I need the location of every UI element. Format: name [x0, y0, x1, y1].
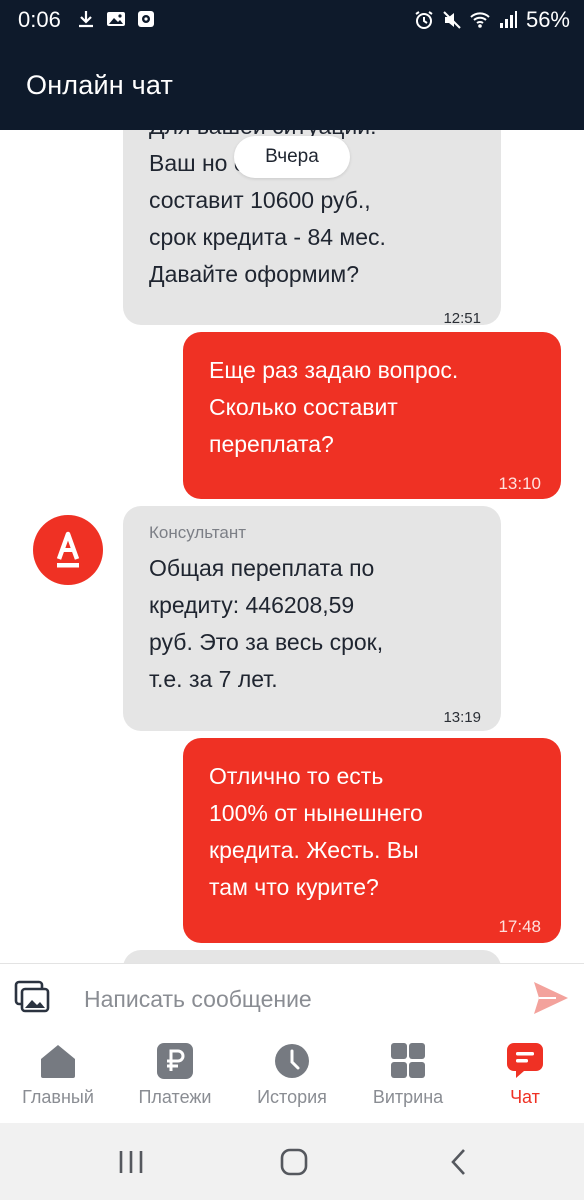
status-right: 56%: [414, 7, 570, 33]
message-input[interactable]: [84, 978, 504, 1020]
alfa-logo-icon: [56, 531, 80, 568]
download-icon: [79, 11, 93, 28]
date-separator: Вчера: [234, 136, 350, 178]
message-composer: [0, 963, 584, 1033]
page-title: Онлайн чат: [26, 70, 174, 100]
alarm-icon: [415, 11, 433, 29]
tab-home[interactable]: Главный: [3, 1043, 113, 1119]
bottom-tab-bar: Главный Платежи История Витрина Чат: [0, 1033, 584, 1123]
status-time: 0:06: [18, 7, 61, 32]
message-bubble-incoming: Консультант Общая переплата по кредиту: …: [123, 506, 501, 731]
status-bar: 0:06 56%: [0, 0, 584, 40]
message-time: 13:10: [498, 474, 541, 493]
chat-icon: [507, 1043, 543, 1078]
clock-icon: [275, 1044, 309, 1078]
message-time: 13:19: [443, 709, 481, 726]
message-text: Еще раз задаю вопрос. Сколько составит п…: [209, 357, 459, 457]
app-header: Онлайн чат: [0, 40, 584, 130]
chat-area[interactable]: Для вашей ситуации: Ваш но еж составит 1…: [0, 130, 584, 963]
send-icon[interactable]: [532, 980, 570, 1016]
message-text: Отлично то есть 100% от нынешнего кредит…: [209, 763, 423, 900]
message-bubble-outgoing: Отлично то есть 100% от нынешнего кредит…: [183, 738, 561, 943]
recents-icon[interactable]: [106, 1145, 156, 1179]
message-bubble-outgoing: Еще раз задаю вопрос. Сколько составит п…: [183, 332, 561, 499]
tab-chat[interactable]: Чат: [470, 1043, 580, 1119]
home-nav-icon[interactable]: [269, 1145, 319, 1179]
tab-label: История: [257, 1087, 327, 1107]
grid-icon: [391, 1043, 425, 1078]
message-text: Общая переплата по кредиту: 446208,59 ру…: [149, 555, 384, 692]
mute-icon: [443, 11, 461, 29]
wifi-icon: [470, 12, 490, 28]
tab-label: Чат: [510, 1087, 540, 1107]
message-sender: Консультант: [149, 523, 247, 542]
battery-percent: 56%: [525, 7, 570, 32]
message-time: 17:48: [498, 917, 541, 936]
image-icon: [107, 12, 125, 26]
ruble-icon: [157, 1043, 193, 1079]
tab-payments[interactable]: Платежи: [120, 1043, 230, 1119]
home-icon: [41, 1045, 75, 1078]
message-bubble-incoming-partial: [123, 950, 501, 963]
tab-label: Платежи: [138, 1087, 212, 1107]
back-icon[interactable]: [434, 1145, 484, 1179]
tab-showcase[interactable]: Витрина: [353, 1043, 463, 1119]
tab-label: Витрина: [372, 1087, 444, 1107]
status-left-icons: [76, 9, 156, 29]
attach-image-icon[interactable]: [14, 980, 50, 1014]
bank-avatar: [33, 515, 103, 585]
tab-history[interactable]: История: [237, 1043, 347, 1119]
record-icon: [138, 11, 154, 27]
system-nav-bar: [0, 1123, 584, 1200]
signal-icon: [499, 11, 517, 28]
tab-label: Главный: [22, 1087, 94, 1107]
